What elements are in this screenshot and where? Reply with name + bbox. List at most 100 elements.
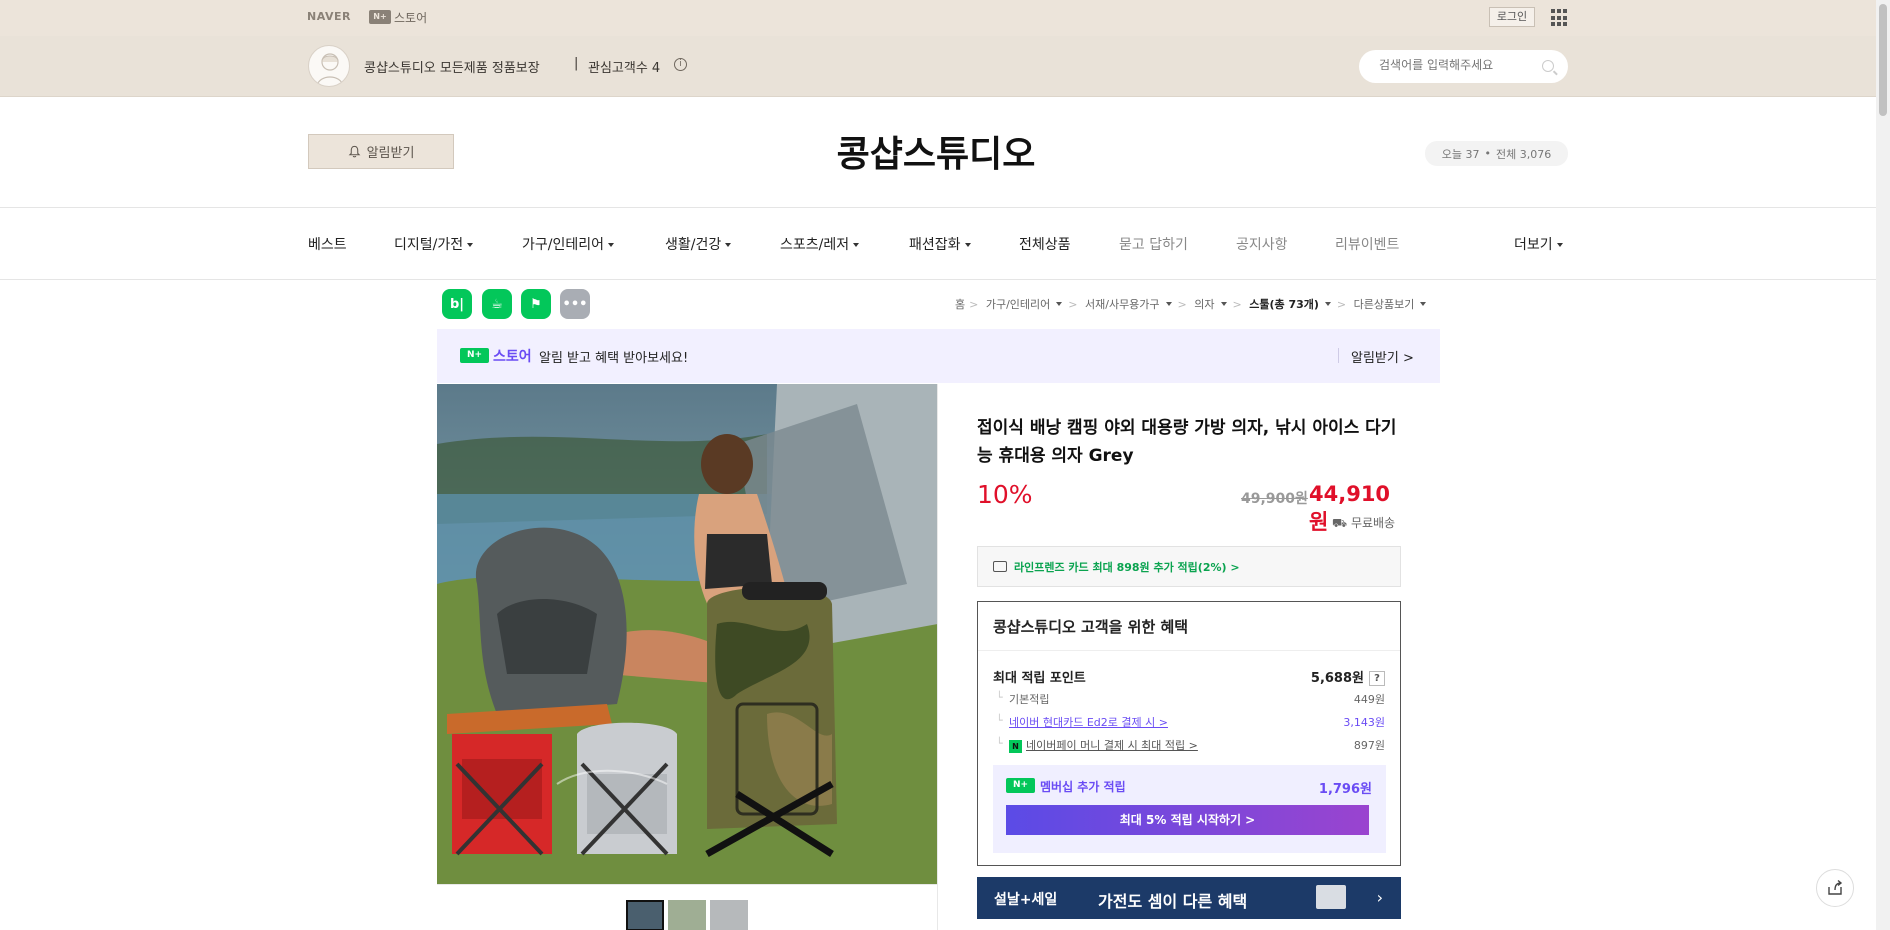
scrollbar-thumb[interactable]	[1879, 4, 1887, 116]
chevron-down-icon[interactable]	[1420, 302, 1427, 306]
nav-item-9[interactable]: 리뷰이벤트	[1335, 234, 1399, 254]
help-icon[interactable]: ?	[1369, 671, 1385, 686]
nav-item-8[interactable]: 공지사항	[1236, 234, 1288, 254]
alarm-label: 알림받기	[366, 146, 415, 161]
divider	[1338, 348, 1339, 363]
card-icon	[993, 561, 1007, 572]
thumbnail-2[interactable]	[668, 900, 706, 930]
nav-item-5[interactable]: 패션잡화	[909, 234, 971, 254]
chevron-down-icon[interactable]	[1324, 302, 1331, 306]
chevron-down-icon	[1556, 243, 1563, 247]
share-float-button[interactable]	[1816, 869, 1854, 907]
chevron-down-icon[interactable]	[1165, 302, 1172, 306]
membership-value: 1,796원	[1318, 782, 1372, 797]
nav-item-label: 공지사항	[1236, 237, 1288, 253]
card-benefit-text: 라인프렌즈 카드 최대 898원 추가 적립(2%) >	[1014, 560, 1240, 574]
category-nav: 베스트 디지털/가전 가구/인테리어 생활/건강 스포츠/레저 패션잡화 전체상품 묻고 답하…	[0, 208, 1876, 280]
breadcrumb-cat4[interactable]: 스툴(총 73개)	[1249, 298, 1319, 311]
nav-item-6[interactable]: 전체상품	[1019, 234, 1071, 254]
chevron-down-icon	[853, 243, 860, 247]
breadcrumb-sep: >	[1177, 298, 1187, 311]
appliance-image	[1316, 885, 1346, 909]
search-input[interactable]	[1379, 58, 1529, 72]
nplus-logo[interactable]: N+	[369, 10, 391, 24]
blog-share-icon[interactable]: b|	[442, 289, 472, 319]
basic-points-row: 기본적립 449원	[993, 691, 1385, 707]
bookmark-share-icon[interactable]: ⚑	[521, 289, 551, 319]
nav-item-2[interactable]: 가구/인테리어	[522, 234, 614, 254]
other-products-link[interactable]: 다른상품보기	[1354, 298, 1415, 311]
product-name: 접이식 배낭 캠핑 야외 대용량 가방 의자, 낚시 아이스 다기능 휴대용 의…	[977, 418, 1397, 466]
nplus-badge: N+	[1006, 778, 1035, 793]
original-price: 49,900원	[1241, 491, 1308, 507]
scrollbar[interactable]	[1876, 0, 1890, 930]
store-search-box[interactable]	[1359, 50, 1568, 83]
info-icon[interactable]: i	[674, 58, 687, 71]
store-title[interactable]: 콩샵스튜디오	[800, 125, 1072, 177]
breadcrumb-sep: >	[1336, 298, 1347, 311]
nav-item-label: 묻고 답하기	[1119, 237, 1188, 253]
store-info-bar: 콩샵스튜디오 모든제품 정품보장 | 관심고객수 4 i	[0, 36, 1876, 97]
breadcrumb-home[interactable]: 홈	[955, 298, 965, 311]
cafe-share-icon[interactable]: ☕	[482, 289, 512, 319]
pay-points-value: 897원	[1353, 739, 1385, 752]
basic-points-label: 기본적립	[1009, 693, 1050, 706]
discount-rate: 10%	[977, 480, 1033, 509]
promo-store-label: 스토어	[493, 349, 532, 365]
nav-item-1[interactable]: 디지털/가전	[394, 234, 474, 254]
truck-icon: ⛟	[1332, 516, 1348, 530]
breadcrumb-cat1[interactable]: 가구/인테리어	[986, 298, 1050, 311]
alarm-promo-banner[interactable]: N+ 스토어 알림 받고 혜택 받아보세요! 알림받기 >	[437, 329, 1440, 383]
store-logo-text[interactable]: 스토어	[394, 9, 427, 26]
nav-item-label: 전체상품	[1019, 237, 1071, 253]
store-description: 콩샵스튜디오 모든제품 정품보장	[364, 61, 540, 76]
chevron-down-icon	[467, 243, 474, 247]
chevron-down-icon[interactable]	[1220, 302, 1227, 306]
search-icon[interactable]	[1542, 60, 1554, 72]
pay-points-link[interactable]: 네이버페이 머니 결제 시 최대 적립 >	[1026, 739, 1198, 752]
divider	[978, 650, 1400, 651]
shipping-info: ⛟ 무료배송	[1332, 514, 1395, 532]
breadcrumb-cat2[interactable]: 서재/사무용가구	[1085, 298, 1160, 311]
membership-label: 멤버십 추가 적립	[1040, 780, 1126, 794]
seolnal-left-label: 설날+세일	[994, 892, 1058, 908]
nav-item-10[interactable]: 더보기	[1514, 234, 1563, 254]
chevron-down-icon	[725, 243, 732, 247]
seolnal-sale-banner[interactable]: 설날+세일 가전도 셈이 다른 혜택 ›	[977, 877, 1401, 919]
promo-alarm-link[interactable]: 알림받기 >	[1351, 347, 1414, 366]
shipping-label: 무료배송	[1350, 516, 1396, 530]
thumbnail-1[interactable]	[626, 900, 664, 930]
pay-points-row: N 네이버페이 머니 결제 시 최대 적립 > 897원	[993, 737, 1385, 753]
chevron-down-icon[interactable]	[1056, 302, 1063, 306]
store-avatar[interactable]	[308, 45, 350, 87]
membership-start-button[interactable]: 최대 5% 적립 시작하기 >	[1006, 805, 1369, 835]
card-benefit-banner[interactable]: 라인프렌즈 카드 최대 898원 추가 적립(2%) >	[977, 546, 1401, 587]
naver-logo[interactable]: NAVER	[307, 10, 351, 23]
benefit-title: 콩샵스튜디오 고객을 위한 혜택	[993, 618, 1189, 636]
nav-item-7[interactable]: 묻고 답하기	[1119, 234, 1188, 254]
product-main-image[interactable]	[437, 384, 938, 884]
membership-box: N+ 멤버십 추가 적립 1,796원 최대 5% 적립 시작하기 >	[993, 765, 1386, 853]
nav-item-label: 생활/건강	[665, 237, 722, 253]
visit-counter: 오늘 37 • 전체 3,076	[1425, 141, 1568, 166]
thumbnail-3[interactable]	[710, 900, 748, 930]
more-share-icon[interactable]: •••	[560, 289, 590, 319]
login-button[interactable]: 로그인	[1489, 7, 1535, 27]
nav-item-4[interactable]: 스포츠/레저	[780, 234, 860, 254]
favorite-count: 관심고객수 4	[588, 61, 661, 76]
breadcrumb-cat3[interactable]: 의자	[1194, 298, 1214, 311]
nav-item-3[interactable]: 생활/건강	[665, 234, 732, 254]
alarm-button[interactable]: 알림받기	[308, 134, 454, 169]
nav-item-0[interactable]: 베스트	[308, 234, 347, 254]
breadcrumb: 홈 > 가구/인테리어 > 서재/사무용가구 > 의자 > 스툴(총 73개) > 다른상…	[955, 296, 1432, 312]
chevron-down-icon	[608, 243, 614, 247]
apps-grid-icon[interactable]	[1551, 9, 1569, 27]
store-header: 알림받기 콩샵스튜디오 오늘 37 • 전체 3,076	[0, 97, 1876, 208]
customer-benefit-box: 콩샵스튜디오 고객을 위한 혜택 최대 적립 포인트 5,688원? 기본적립 …	[977, 601, 1401, 866]
thumbnail-strip	[437, 884, 938, 930]
nav-item-label: 더보기	[1514, 237, 1553, 253]
breadcrumb-sep: >	[1068, 298, 1078, 311]
chevron-down-icon	[964, 243, 971, 247]
nav-item-label: 디지털/가전	[394, 237, 464, 253]
card-points-link[interactable]: 네이버 현대카드 Ed2로 결제 시 >	[1009, 716, 1168, 729]
